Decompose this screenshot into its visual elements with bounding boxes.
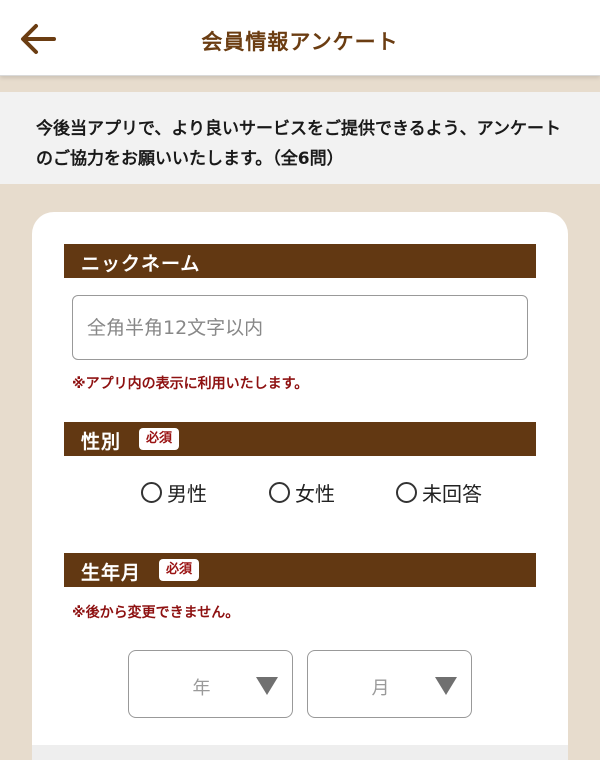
radio-circle-icon [141, 482, 162, 503]
birth-year-select[interactable]: 年 [128, 650, 293, 718]
gender-option-no-answer[interactable]: 未回答 [396, 478, 482, 507]
gender-option-female[interactable]: 女性 [269, 478, 335, 507]
month-placeholder: 月 [371, 678, 390, 699]
birth-section-header: 生年月 必須 [64, 553, 536, 587]
dropdown-triangle-icon [435, 677, 457, 695]
gender-option-male[interactable]: 男性 [141, 478, 207, 507]
gender-section-header: 性別 必須 [64, 422, 536, 456]
radio-circle-icon [269, 482, 290, 503]
gender-option-label: 男性 [167, 482, 207, 506]
birth-note: ※後から変更できません。 [72, 605, 240, 621]
gender-option-label: 未回答 [422, 482, 482, 506]
nickname-label: ニックネーム [81, 253, 201, 275]
birth-month-select[interactable]: 月 [307, 650, 472, 718]
required-badge: 必須 [139, 428, 180, 450]
year-placeholder: 年 [192, 678, 211, 699]
required-badge: 必須 [159, 559, 200, 581]
nickname-section-header: ニックネーム [64, 244, 536, 278]
app-header: 会員情報アンケート [0, 0, 600, 76]
gender-label: 性別 [81, 431, 122, 453]
nickname-note: ※アプリ内の表示に利用いたします。 [72, 376, 309, 392]
intro-text: 今後当アプリで、より良いサービスをご提供できるよう、アンケートのご協力をお願いい… [36, 119, 561, 169]
nickname-input[interactable] [72, 295, 528, 360]
birth-label: 生年月 [81, 562, 142, 584]
card-footer-strip [32, 745, 568, 760]
radio-circle-icon [396, 482, 417, 503]
page-title: 会員情報アンケート [201, 30, 399, 54]
intro-panel: 今後当アプリで、より良いサービスをご提供できるよう、アンケートのご協力をお願いい… [0, 92, 600, 184]
gender-option-label: 女性 [295, 482, 335, 506]
dropdown-triangle-icon [256, 677, 278, 695]
